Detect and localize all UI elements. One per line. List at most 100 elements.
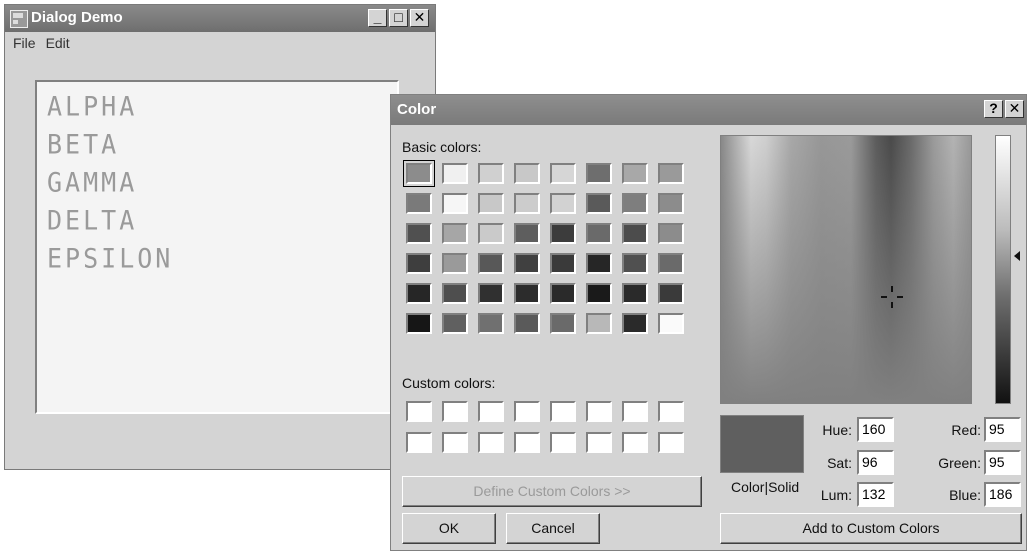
- basic-color-swatch[interactable]: [622, 253, 648, 274]
- luminance-arrow-icon[interactable]: [1014, 251, 1020, 261]
- help-button[interactable]: ?: [984, 100, 1003, 118]
- color-dialog: Color ? ✕ Basic colors: Custom colors: D…: [390, 94, 1027, 551]
- hue-label: Hue:: [822, 422, 852, 438]
- maximize-button[interactable]: □: [389, 9, 408, 27]
- luminance-slider[interactable]: [995, 135, 1011, 404]
- basic-color-swatch[interactable]: [514, 163, 540, 184]
- basic-color-swatch[interactable]: [403, 160, 435, 187]
- custom-color-swatch[interactable]: [550, 401, 576, 422]
- basic-color-swatch[interactable]: [586, 313, 612, 334]
- basic-color-swatch[interactable]: [442, 163, 468, 184]
- basic-color-swatch[interactable]: [478, 223, 504, 244]
- custom-color-swatch[interactable]: [658, 401, 684, 422]
- custom-color-swatch[interactable]: [622, 401, 648, 422]
- custom-color-swatch[interactable]: [550, 432, 576, 453]
- basic-color-swatch[interactable]: [478, 313, 504, 334]
- close-button[interactable]: ✕: [410, 9, 429, 27]
- custom-color-swatch[interactable]: [406, 432, 432, 453]
- color-spectrum[interactable]: [720, 135, 972, 404]
- color-solid-preview: [720, 415, 804, 473]
- basic-color-swatch[interactable]: [586, 193, 612, 214]
- list-item[interactable]: GAMMA: [47, 163, 397, 203]
- basic-color-swatch[interactable]: [586, 253, 612, 274]
- lum-label: Lum:: [820, 487, 852, 503]
- basic-color-swatch[interactable]: [658, 253, 684, 274]
- basic-color-swatch[interactable]: [478, 163, 504, 184]
- green-label: Green:: [938, 455, 981, 471]
- basic-color-swatch[interactable]: [478, 193, 504, 214]
- custom-colors-label: Custom colors:: [402, 375, 496, 391]
- hue-field[interactable]: 160: [857, 417, 894, 442]
- basic-color-swatch[interactable]: [550, 283, 576, 304]
- basic-color-swatch[interactable]: [622, 223, 648, 244]
- custom-color-swatch[interactable]: [478, 401, 504, 422]
- basic-color-swatch[interactable]: [442, 283, 468, 304]
- custom-color-swatch[interactable]: [586, 401, 612, 422]
- custom-colors-grid: [406, 401, 684, 453]
- custom-color-swatch[interactable]: [622, 432, 648, 453]
- list-item[interactable]: EPSILON: [47, 239, 397, 279]
- basic-color-swatch[interactable]: [550, 193, 576, 214]
- basic-color-swatch[interactable]: [658, 163, 684, 184]
- basic-color-swatch[interactable]: [442, 253, 468, 274]
- custom-color-swatch[interactable]: [586, 432, 612, 453]
- basic-color-swatch[interactable]: [406, 223, 432, 244]
- basic-color-swatch[interactable]: [514, 313, 540, 334]
- green-field[interactable]: 95: [984, 450, 1021, 475]
- custom-color-swatch[interactable]: [478, 432, 504, 453]
- basic-color-swatch[interactable]: [550, 253, 576, 274]
- basic-color-swatch[interactable]: [658, 193, 684, 214]
- custom-color-swatch[interactable]: [442, 401, 468, 422]
- basic-color-swatch[interactable]: [478, 283, 504, 304]
- basic-color-swatch[interactable]: [550, 313, 576, 334]
- minimize-button[interactable]: _: [368, 9, 387, 27]
- color-dialog-titlebar[interactable]: Color ? ✕: [391, 95, 1026, 125]
- basic-color-swatch[interactable]: [406, 253, 432, 274]
- basic-color-swatch[interactable]: [406, 313, 432, 334]
- item-listbox[interactable]: ALPHA BETA GAMMA DELTA EPSILON: [35, 80, 399, 414]
- basic-color-swatch[interactable]: [658, 313, 684, 334]
- basic-color-swatch[interactable]: [442, 313, 468, 334]
- cancel-button[interactable]: Cancel: [506, 513, 600, 544]
- dialog-close-button[interactable]: ✕: [1005, 100, 1024, 118]
- blue-field[interactable]: 186: [984, 482, 1021, 507]
- define-custom-colors-button[interactable]: Define Custom Colors >>: [402, 476, 702, 507]
- basic-color-swatch[interactable]: [514, 253, 540, 274]
- basic-color-swatch[interactable]: [622, 193, 648, 214]
- basic-color-swatch[interactable]: [514, 223, 540, 244]
- basic-color-swatch[interactable]: [622, 313, 648, 334]
- basic-color-swatch[interactable]: [622, 283, 648, 304]
- custom-color-swatch[interactable]: [658, 432, 684, 453]
- basic-color-swatch[interactable]: [514, 193, 540, 214]
- add-to-custom-colors-button[interactable]: Add to Custom Colors: [720, 513, 1022, 544]
- basic-color-swatch[interactable]: [442, 223, 468, 244]
- custom-color-swatch[interactable]: [514, 401, 540, 422]
- list-item[interactable]: BETA: [47, 125, 397, 165]
- sat-field[interactable]: 96: [857, 450, 894, 475]
- basic-color-swatch[interactable]: [658, 223, 684, 244]
- basic-color-swatch[interactable]: [586, 223, 612, 244]
- basic-color-swatch[interactable]: [442, 193, 468, 214]
- list-item[interactable]: DELTA: [47, 201, 397, 241]
- list-item[interactable]: ALPHA: [47, 87, 397, 127]
- basic-color-swatch[interactable]: [622, 163, 648, 184]
- basic-color-swatch[interactable]: [406, 193, 432, 214]
- custom-color-swatch[interactable]: [406, 401, 432, 422]
- basic-color-swatch[interactable]: [586, 163, 612, 184]
- basic-color-swatch[interactable]: [550, 163, 576, 184]
- dialog-demo-titlebar[interactable]: Dialog Demo _ □ ✕: [5, 5, 435, 32]
- menu-file[interactable]: File: [13, 35, 36, 51]
- basic-color-swatch[interactable]: [658, 283, 684, 304]
- red-field[interactable]: 95: [984, 417, 1021, 442]
- ok-button[interactable]: OK: [402, 513, 496, 544]
- lum-field[interactable]: 132: [857, 482, 894, 507]
- basic-color-swatch[interactable]: [406, 283, 432, 304]
- basic-color-swatch[interactable]: [550, 223, 576, 244]
- menu-edit[interactable]: Edit: [46, 35, 70, 51]
- basic-color-swatch[interactable]: [478, 253, 504, 274]
- custom-color-swatch[interactable]: [442, 432, 468, 453]
- basic-colors-grid: [403, 160, 684, 334]
- basic-color-swatch[interactable]: [586, 283, 612, 304]
- custom-color-swatch[interactable]: [514, 432, 540, 453]
- basic-color-swatch[interactable]: [514, 283, 540, 304]
